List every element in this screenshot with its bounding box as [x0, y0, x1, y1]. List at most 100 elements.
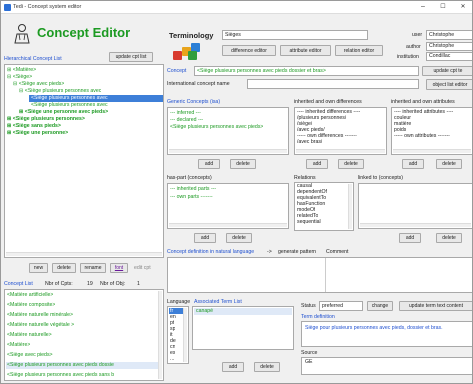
close-button[interactable]: ✕ — [453, 2, 472, 12]
tree-item-selected[interactable]: <Siège plusieurs personnes avec — [29, 95, 163, 102]
list-item[interactable]: <Matière naturelle> — [7, 332, 52, 339]
list-item[interactable]: --- own parts ------- — [170, 194, 213, 201]
horizontal-scrollbar[interactable] — [169, 223, 287, 227]
hierarchy-tree[interactable]: ⊞ <Matière> ⊟ <Siège> ⊟ <Siège avec pied… — [4, 64, 164, 258]
generic-concepts-list[interactable]: --- inferred --- --- declared --- <Siège… — [167, 107, 289, 155]
list-item[interactable]: <Siège plusieurs personnes avec pieds sa… — [7, 372, 157, 379]
list-item[interactable]: <Matière> — [7, 342, 30, 349]
inherited-differences-label: inherited and own differences — [294, 99, 362, 105]
concept-field[interactable]: <Siège plusieurs personnes avec pieds do… — [194, 66, 419, 76]
tree-item[interactable]: ⊟ <Siège> — [7, 74, 32, 81]
generic-delete-button[interactable]: delete — [230, 159, 256, 169]
concept-list[interactable]: <Matière artificielle> <Matière composit… — [4, 289, 164, 381]
attributes-delete-button[interactable]: delete — [436, 159, 462, 169]
term-item-selected[interactable]: canapé — [194, 308, 292, 315]
institution-field[interactable]: Condillac — [426, 52, 472, 61]
update-term-text-button[interactable]: update term text content — [399, 301, 472, 311]
list-item[interactable]: <Siège avec pieds> — [7, 352, 53, 359]
update-cpt-list-button[interactable]: update cpt list — [109, 52, 153, 62]
term-list[interactable]: canapé — [192, 306, 294, 350]
has-part-label: has-part (concepts) — [167, 175, 212, 181]
relation-editor-button[interactable]: relation editor — [335, 45, 383, 56]
vertical-scrollbar[interactable] — [183, 308, 187, 362]
tree-item[interactable]: ⊞ <Matière> — [7, 67, 36, 74]
generic-add-button[interactable]: add — [198, 159, 220, 169]
differences-delete-button[interactable]: delete — [338, 159, 364, 169]
horizontal-scrollbar[interactable] — [296, 149, 385, 153]
list-item[interactable]: --- declared --- — [170, 117, 203, 124]
list-item[interactable]: <Matière naturelle végétale > — [7, 322, 74, 329]
user-label: user — [412, 32, 423, 38]
list-item-selected[interactable]: <Siège plusieurs personnes avec pieds do… — [6, 362, 158, 369]
list-item[interactable]: sequential — [297, 219, 321, 225]
list-item[interactable]: /avec bras/ — [297, 139, 322, 146]
definition-textarea[interactable] — [167, 257, 472, 293]
font-button[interactable]: font — [110, 263, 128, 273]
generate-pattern-button[interactable]: generate pattern — [278, 249, 316, 255]
vertical-scrollbar[interactable] — [158, 291, 162, 379]
definition-arrow: -> — [267, 249, 272, 255]
tree-item[interactable]: <Siège plusieurs personnes avec — [31, 102, 108, 109]
relations-label: Relations — [294, 175, 316, 181]
has-part-delete-button[interactable]: delete — [226, 233, 252, 243]
tree-item[interactable]: ⊟ <Siège avec pieds> — [13, 81, 64, 88]
tree-item[interactable]: ⊞ <Siège une personne> — [7, 130, 68, 137]
has-part-add-button[interactable]: add — [194, 233, 216, 243]
horizontal-scrollbar[interactable] — [393, 149, 471, 153]
tree-item[interactable]: ⊟ <Siège plusieurs personnes avec — [19, 88, 101, 95]
horizontal-scrollbar[interactable] — [360, 223, 471, 227]
intl-concept-field[interactable] — [247, 79, 419, 89]
inherited-attributes-list[interactable]: ---- inherited attributes ---- couleur m… — [391, 107, 472, 155]
linked-delete-button[interactable]: delete — [436, 233, 462, 243]
language-list[interactable]: fr en pt sp it de cn es ... — [167, 306, 189, 364]
rename-concept-button[interactable]: rename — [80, 263, 106, 273]
list-item[interactable]: --- inherited parts --- — [170, 186, 216, 193]
term-add-button[interactable]: add — [222, 362, 244, 372]
author-field[interactable]: Christophe — [426, 42, 472, 51]
list-item[interactable]: <Matière artificielle> — [7, 292, 53, 299]
maximize-button[interactable]: ☐ — [433, 2, 453, 12]
source-field[interactable]: GE — [301, 357, 472, 375]
list-item[interactable]: <Matière composite> — [7, 302, 55, 309]
list-item[interactable]: ----- own attributes ------- — [394, 133, 450, 140]
tree-item[interactable]: ⊞ <Siège sans pieds> — [7, 123, 61, 130]
relations-list[interactable]: causal dependentOf equivalentTo hasFunct… — [294, 182, 354, 231]
status-label: Status — [301, 303, 316, 309]
user-field[interactable]: Christophe — [426, 30, 472, 40]
attribute-editor-button[interactable]: attribute editor — [280, 45, 331, 56]
language-item[interactable]: ... — [170, 356, 174, 362]
vertical-scrollbar[interactable] — [348, 184, 352, 229]
tree-item[interactable]: ⊞ <Siège une personne avec pieds> — [19, 109, 108, 116]
list-item[interactable]: <Siège plusieurs personnes avec pieds> — [170, 124, 263, 131]
change-status-button[interactable]: change — [367, 301, 393, 311]
differences-add-button[interactable]: add — [306, 159, 328, 169]
list-item[interactable]: --- inferred --- — [170, 110, 201, 117]
terminology-field[interactable]: Sièges — [222, 30, 368, 40]
minimize-button[interactable]: – — [413, 2, 433, 12]
linked-add-button[interactable]: add — [399, 233, 421, 243]
difference-editor-button[interactable]: difference editor — [222, 45, 276, 56]
delete-concept-button[interactable]: delete — [52, 263, 76, 273]
horizontal-scrollbar[interactable] — [6, 252, 162, 256]
comment-divider — [325, 258, 326, 292]
linked-concepts-list[interactable] — [358, 183, 472, 229]
source-text: GE — [305, 359, 313, 365]
status-field[interactable]: preferred — [319, 301, 363, 311]
update-cpt-text-button[interactable]: update cpt te — [422, 66, 472, 76]
inherited-differences-list[interactable]: ---- inherited differences ---- /plusieu… — [294, 107, 387, 155]
object-list-editor-button[interactable]: object list editor — [426, 79, 472, 90]
term-delete-button[interactable]: delete — [254, 362, 280, 372]
tree-item[interactable]: ⊞ <Siège plusieurs personnes> — [7, 116, 85, 123]
edit-cpt-label: edit cpt — [134, 265, 151, 271]
list-item[interactable]: <Matière naturelle minérale> — [7, 312, 73, 319]
terminology-label: Terminology — [169, 31, 214, 40]
nbr-obj-label: Nbr of Obj: — [100, 281, 126, 287]
horizontal-scrollbar[interactable] — [169, 149, 287, 153]
term-definition-text: Siège pour plusieurs personnes avec pied… — [305, 325, 443, 331]
attributes-add-button[interactable]: add — [402, 159, 424, 169]
new-concept-button[interactable]: new — [29, 263, 48, 273]
app-window: Tedi - Concept system editor – ☐ ✕ Conce… — [0, 0, 473, 384]
has-part-list[interactable]: --- inherited parts --- --- own parts --… — [167, 183, 289, 229]
inherited-attributes-label: inherited and own attributes — [391, 99, 455, 105]
term-definition-field[interactable]: Siège pour plusieurs personnes avec pied… — [301, 321, 472, 347]
